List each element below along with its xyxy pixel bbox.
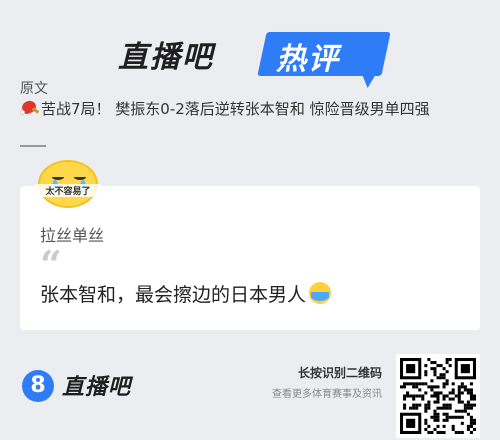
original-headline[interactable]: 苦战7局！ 樊振东0-2落后逆转张本智和 惊险晋级男单四强 [20, 98, 480, 120]
divider [20, 145, 46, 147]
header: 直播吧 热评 [0, 28, 500, 88]
logo-text: 直播吧 [62, 375, 132, 400]
comment-text: 张本智和，最会擦边的日本男人 [40, 280, 332, 307]
brand-title: 直播吧 [118, 40, 214, 75]
qr-code[interactable] [396, 354, 480, 438]
avatar-sticker-text: 太不容易了 [34, 184, 102, 197]
original-label: 原文 [20, 81, 48, 97]
avatar[interactable]: 太不容易了 [34, 160, 102, 212]
comment-body: 张本智和，最会擦边的日本男人 [40, 284, 307, 306]
hot-label: 热评 [276, 42, 340, 77]
original-headline-text: 苦战7局！ 樊振东0-2落后逆转张本智和 惊险晋级男单四强 [41, 100, 430, 118]
qr-code-icon [400, 358, 476, 434]
logo-icon: 8 [22, 370, 54, 402]
quote-icon: “ [40, 242, 62, 287]
qr-subtitle: 查看更多体育赛事及资讯 [272, 389, 382, 400]
original-article[interactable]: 原文 苦战7局！ 樊振东0-2落后逆转张本智和 惊险晋级男单四强 [20, 80, 480, 120]
qr-label: 长按识别二维码 [297, 366, 382, 380]
footer: 8 直播吧 长按识别二维码 查看更多体育赛事及资讯 [0, 350, 500, 440]
crying-face-icon [309, 282, 332, 304]
ping-pong-icon [20, 98, 40, 116]
